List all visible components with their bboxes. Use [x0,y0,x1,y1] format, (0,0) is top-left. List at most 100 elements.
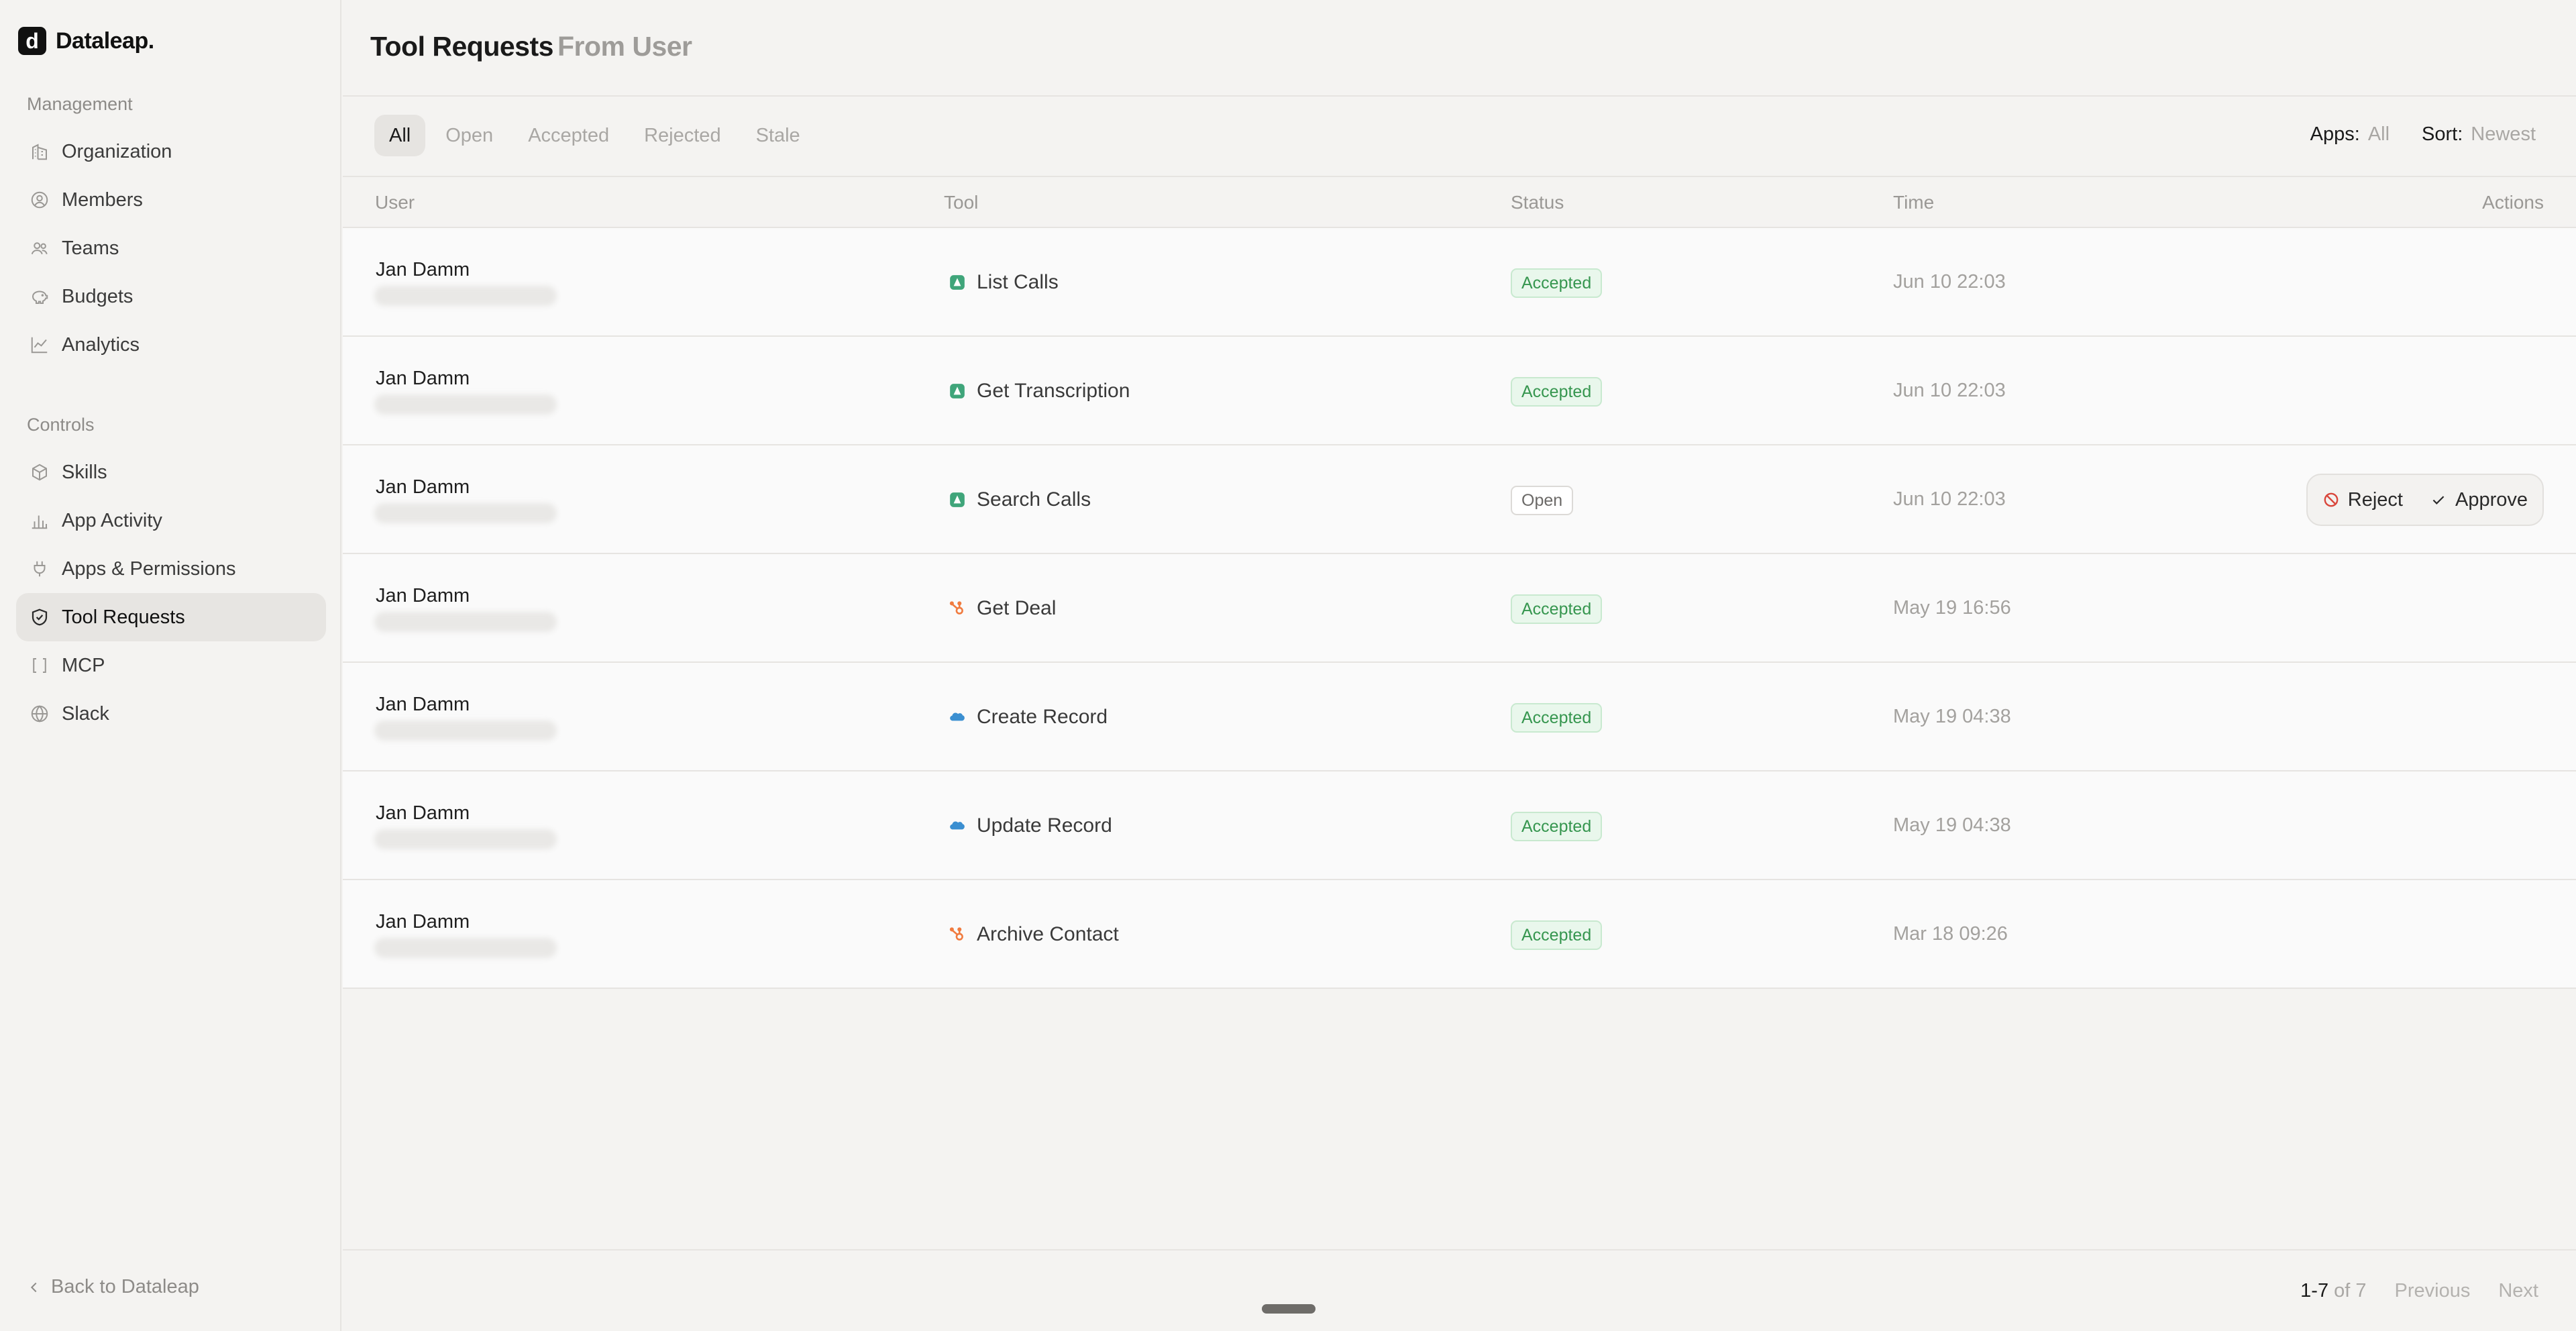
status-badge: Accepted [1511,703,1603,733]
apps-filter-label: Apps: [2310,123,2360,145]
pagination: 1-7 of 7 Previous Next [2300,1280,2538,1302]
brand[interactable]: d Dataleap. [18,25,154,56]
section-label-controls: Controls [27,415,95,435]
hubspot-app-icon [949,927,963,941]
sidebar-item-skills[interactable]: Skills [16,448,326,496]
column-header-status: Status [1511,192,1564,213]
sidebar-item-label: Skills [62,461,107,483]
tab-accepted[interactable]: Accepted [513,115,624,156]
line-chart-icon [31,337,48,354]
hubspot-app-icon [949,601,963,615]
shield-check-icon [32,608,48,626]
user-name: Jan Damm [376,368,470,389]
user-name: Jan Damm [376,911,470,933]
brand-name: Dataleap. [56,28,154,54]
table-row[interactable]: Jan Damm Get Transcription Accepted Jun … [343,337,2576,445]
approve-button[interactable]: Approve [2430,489,2528,511]
tool-cell: Get Transcription [949,337,1130,445]
tool-cell: Archive Contact [949,880,1119,989]
request-actions: Reject Approve [2306,474,2544,526]
tool-name: Get Transcription [977,380,1130,402]
chevron-left-icon [30,1282,37,1292]
sidebar-item-members[interactable]: Members [16,176,326,224]
resize-drag-handle[interactable] [1262,1304,1316,1314]
request-time: May 19 16:56 [1893,597,2011,619]
sidebar-item-label: Analytics [62,333,140,356]
sidebar-item-label: MCP [62,654,105,676]
table-row[interactable]: Jan Damm Archive Contact Accepted Mar 18… [343,880,2576,989]
sidebar-item-apps-permissions[interactable]: Apps & Permissions [16,545,326,593]
column-header-user: User [375,192,415,213]
apps-filter-value: All [2367,123,2390,145]
filter-bar: All Open Accepted Rejected Stale Apps: A… [343,97,2576,177]
sidebar-item-label: Organization [62,140,172,162]
column-header-tool: Tool [944,192,979,213]
sidebar-item-label: Members [62,189,143,211]
user-email-redacted [374,612,557,632]
page-title-main: Tool Requests [370,31,553,62]
column-header-time: Time [1893,192,1935,213]
page-title: Tool Requests From User [370,31,692,62]
tool-cell: Get Deal [949,554,1056,663]
user-email-redacted [374,721,557,741]
sidebar-item-label: Slack [62,702,109,725]
sidebar-item-analytics[interactable]: Analytics [16,321,326,369]
sidebar-item-slack[interactable]: Slack [16,690,326,738]
status-badge: Accepted [1511,812,1603,841]
next-page-button[interactable]: Next [2498,1280,2538,1302]
tab-open[interactable]: Open [431,115,508,156]
page-title-sub: From User [557,31,692,62]
request-time: Jun 10 22:03 [1893,271,2006,292]
main-content: Tool Requests From User All Open Accepted… [343,0,2576,1331]
status-badge: Accepted [1511,377,1603,407]
check-icon [2432,496,2445,504]
piggy-bank-icon [32,290,48,304]
table-footer: 1-7 of 7 Previous Next [343,1249,2576,1331]
request-time: May 19 04:38 [1893,814,2011,836]
salesforce-app-icon [950,821,965,830]
sidebar-item-teams[interactable]: Teams [16,224,326,272]
apps-filter[interactable]: Apps: All [2310,123,2390,146]
section-label-management: Management [27,94,133,114]
status-badge: Accepted [1511,594,1603,624]
user-email-redacted [374,503,557,523]
status-badge: Accepted [1511,920,1603,950]
sidebar-item-budgets[interactable]: Budgets [16,272,326,321]
tool-requests-table: Jan Damm List Calls Accepted Jun 10 22:0… [343,228,2576,989]
page-count: 1-7 of 7 [2300,1280,2366,1302]
tab-all[interactable]: All [374,115,426,156]
tool-name: Get Deal [977,597,1057,619]
sidebar-item-tool-requests[interactable]: Tool Requests [16,593,326,641]
table-row[interactable]: Jan Damm Search Calls Open Jun 10 22:03 … [343,445,2576,554]
approve-label: Approve [2455,488,2528,511]
back-to-dataleap-link[interactable]: Back to Dataleap [27,1276,199,1298]
previous-page-button[interactable]: Previous [2395,1280,2471,1302]
user-name: Jan Damm [376,694,470,715]
sort-control[interactable]: Sort: Newest [2422,123,2536,146]
request-time: Jun 10 22:03 [1893,380,2006,401]
tab-rejected[interactable]: Rejected [629,115,735,156]
request-time: Mar 18 09:26 [1893,923,2008,945]
cube-icon [32,464,47,481]
ban-icon [2324,492,2339,507]
sort-value: Newest [2471,123,2536,145]
building-icon [32,144,47,160]
table-row[interactable]: Jan Damm Update Record Accepted May 19 0… [343,771,2576,880]
reject-button[interactable]: Reject [2322,489,2403,511]
tool-name: List Calls [977,271,1059,293]
user-name: Jan Damm [376,802,470,824]
status-badge: Accepted [1511,268,1603,298]
table-row[interactable]: Jan Damm Create Record Accepted May 19 0… [343,663,2576,771]
sidebar-item-organization[interactable]: Organization [16,127,326,176]
sidebar-item-mcp[interactable]: MCP [16,641,326,690]
sidebar-item-label: Tool Requests [62,606,185,628]
sort-label: Sort: [2422,123,2463,145]
sidebar-item-label: Apps & Permissions [62,557,236,580]
gong-app-icon [950,384,965,398]
table-row[interactable]: Jan Damm List Calls Accepted Jun 10 22:0… [343,228,2576,337]
table-row[interactable]: Jan Damm Get Deal Accepted May 19 16:56 [343,554,2576,663]
filter-controls: Apps: All Sort: Newest [2310,123,2536,146]
tab-stale[interactable]: Stale [741,115,815,156]
gong-app-icon [950,275,965,290]
sidebar-item-app-activity[interactable]: App Activity [16,496,326,545]
